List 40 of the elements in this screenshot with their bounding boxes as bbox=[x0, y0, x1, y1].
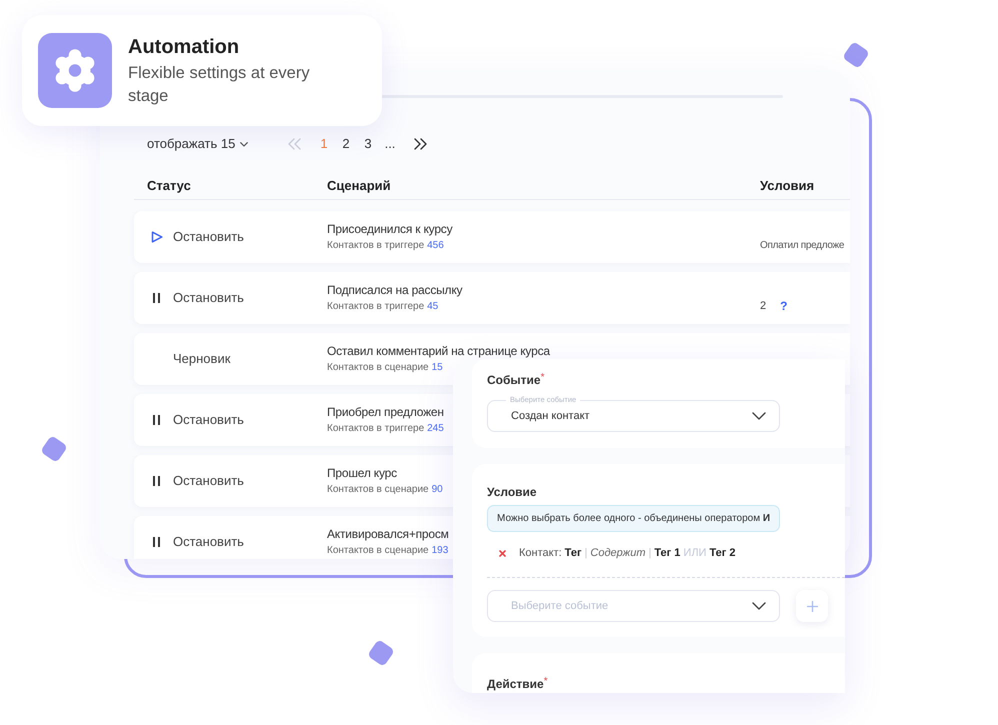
counter-label: Контактов в триггере bbox=[327, 300, 424, 313]
status-label: Остановить bbox=[173, 228, 244, 246]
feature-subtitle: Flexible settings at every stage bbox=[128, 63, 311, 107]
counter-label: Контактов в сценарие bbox=[327, 361, 429, 374]
counter-value: 245 bbox=[427, 422, 444, 435]
counter-label: Контактов в триггере bbox=[327, 422, 424, 435]
status-label: Остановить bbox=[173, 289, 244, 308]
column-header: Условия bbox=[760, 178, 814, 193]
condition-text: Оплатил предложе bbox=[760, 239, 844, 252]
select-placeholder: Выберите событие bbox=[511, 598, 608, 614]
condition-count: 2 bbox=[760, 300, 766, 313]
section-label: Событие bbox=[487, 372, 541, 388]
column-header: Сценарий bbox=[327, 178, 391, 193]
scenario-title: Подписался на рассылку bbox=[327, 283, 462, 297]
counter-value: 45 bbox=[427, 300, 438, 313]
hint-banner: Можно выбрать более одного - объединены оператором И bbox=[487, 505, 780, 532]
counter-label: Контактов в триггере bbox=[327, 239, 424, 252]
section-label: Условие bbox=[487, 484, 537, 500]
counter-label: Контактов в сценарие bbox=[327, 544, 429, 557]
counter-value: 456 bbox=[427, 239, 444, 252]
scenario-title: Приобрел предложен bbox=[327, 405, 444, 419]
scenario-title: Активировался+просм bbox=[327, 527, 449, 541]
column-header: Статус bbox=[147, 178, 191, 193]
status-label: Черновик bbox=[173, 350, 230, 368]
status-label: Остановить bbox=[173, 411, 244, 430]
status-label: Остановить bbox=[173, 472, 244, 490]
counter-value: 15 bbox=[432, 361, 443, 374]
required-mark: * bbox=[544, 676, 548, 688]
scenario-title: Прошел курс bbox=[327, 466, 397, 480]
feature-title: Automation bbox=[128, 35, 240, 59]
status-label: Остановить bbox=[173, 533, 244, 552]
scenario-title: Оставил комментарий на странице курса bbox=[327, 344, 550, 358]
counter-value: 90 bbox=[432, 483, 443, 496]
select-value: Создан контакт bbox=[511, 408, 590, 424]
scenario-title: Присоединился к курсу bbox=[327, 222, 452, 236]
required-mark: * bbox=[540, 372, 544, 384]
section-label: Действие bbox=[487, 676, 544, 692]
condition-text: Контакт: Тег | Содержит | Тег 1 ИЛИ Тег 2 bbox=[519, 546, 736, 560]
counter-value: 193 bbox=[432, 544, 448, 557]
counter-label: Контактов в сценарие bbox=[327, 483, 429, 496]
